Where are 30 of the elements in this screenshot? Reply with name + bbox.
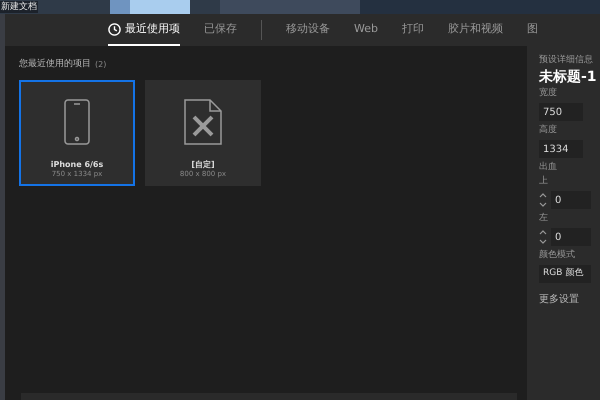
tab[interactable]: Web [354, 14, 378, 46]
phone-icon [64, 98, 90, 144]
field-label: 左 [539, 214, 549, 223]
stepper-icon[interactable] [539, 192, 547, 208]
field-label: 预设详细信息 [539, 56, 594, 65]
height-field[interactable]: 1334 [539, 140, 583, 158]
field-label: 出血 [539, 163, 558, 172]
tab[interactable]: 打印 [402, 14, 424, 46]
field-label: 上 [539, 177, 549, 186]
document-title: 未标题-1 [539, 70, 598, 84]
field-label: 宽度 [539, 89, 558, 98]
more-settings-button[interactable]: 更多设置 [539, 292, 600, 307]
color-mode-dropdown[interactable]: RGB 颜色 [539, 265, 591, 283]
tab[interactable]: 已保存 [204, 14, 237, 46]
preset-name: iPhone 6/6s [50, 160, 104, 170]
width-field[interactable]: 750 [539, 103, 583, 121]
tab[interactable]: 移动设备 [286, 14, 330, 46]
preset-name: [自定] [191, 160, 215, 170]
stepper-icon[interactable] [539, 229, 547, 245]
bleed-top-field[interactable]: 0 [551, 191, 591, 209]
field-label: 颜色模式 [539, 251, 576, 260]
field-label: 高度 [539, 126, 558, 135]
tab[interactable]: 胶片和视频 [448, 14, 503, 46]
tab[interactable]: 最近使用项 [108, 14, 180, 46]
document-pencil-icon [184, 98, 222, 144]
item-count: (2) [95, 58, 106, 71]
section-heading: 您最近使用的项目 [19, 58, 91, 71]
tab[interactable]: 图 [526, 14, 538, 46]
window-title: 新建文档 [0, 1, 38, 13]
bleed-left-field[interactable]: 0 [551, 228, 591, 246]
